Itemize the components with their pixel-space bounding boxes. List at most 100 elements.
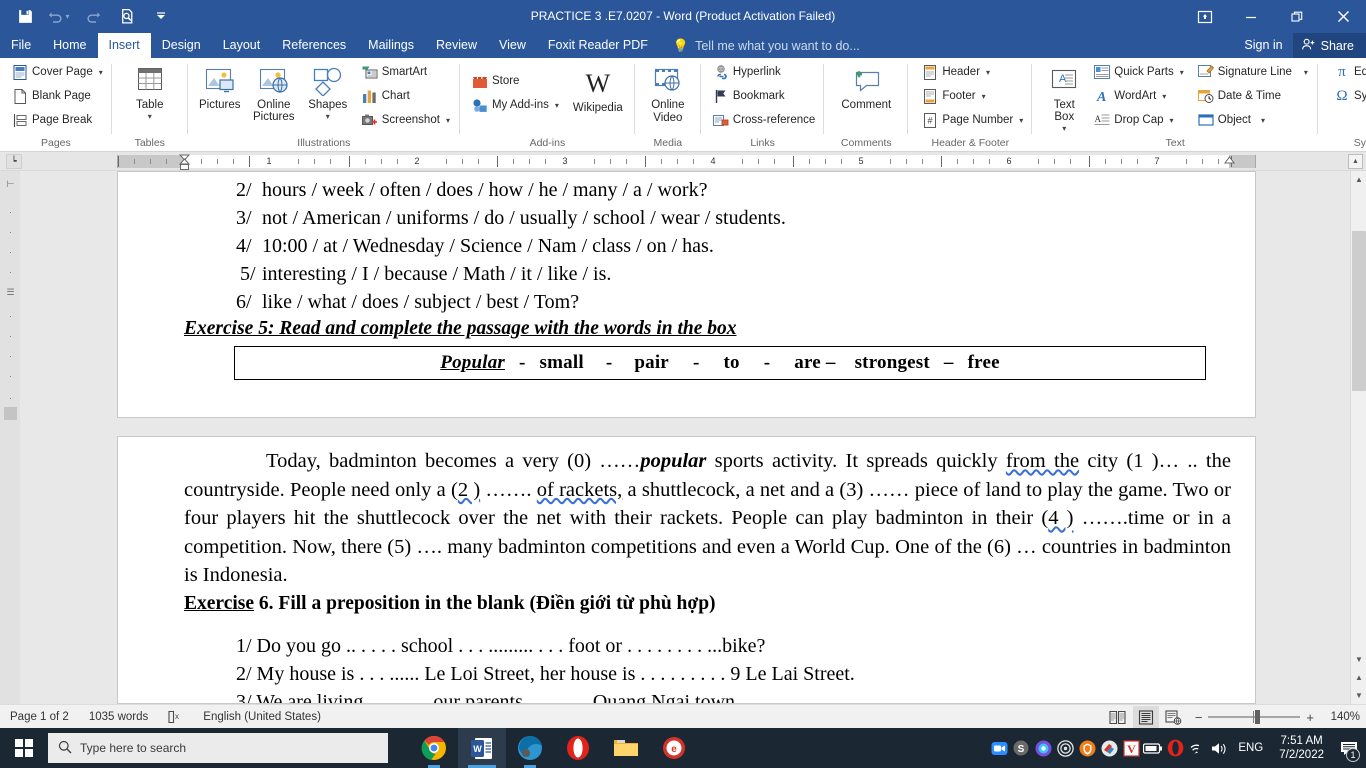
- tab-mailings[interactable]: Mailings: [357, 33, 425, 58]
- pictures-button[interactable]: Pictures: [194, 61, 246, 111]
- scroll-up-icon[interactable]: ▲: [1351, 171, 1366, 188]
- tray-disc-icon[interactable]: [1054, 728, 1076, 768]
- tab-design[interactable]: Design: [151, 33, 212, 58]
- undo-icon[interactable]: ▾: [42, 2, 76, 32]
- taskbar-chrome[interactable]: [410, 728, 458, 768]
- table-button[interactable]: Table ▾: [124, 61, 176, 123]
- ribbon-display-options-icon[interactable]: [1182, 0, 1228, 33]
- tray-browser-icon[interactable]: [1032, 728, 1054, 768]
- taskbar-app-buttons: W e: [410, 728, 698, 768]
- action-center-icon[interactable]: 1: [1332, 728, 1366, 768]
- document-page-1[interactable]: 2/ hours / week / often / does / how / h…: [117, 171, 1256, 418]
- document-page-2[interactable]: Today, badminton becomes a very (0) ……po…: [117, 436, 1256, 704]
- customize-qat-icon[interactable]: [144, 2, 178, 32]
- taskbar-unikey[interactable]: e: [650, 728, 698, 768]
- taskbar-opera[interactable]: [554, 728, 602, 768]
- vertical-scrollbar[interactable]: ▲ ▼ ▲ ▼: [1350, 171, 1366, 704]
- clock[interactable]: 7:51 AM 7/2/2022: [1271, 728, 1332, 768]
- object-button[interactable]: Object ▾: [1194, 109, 1312, 131]
- tab-references[interactable]: References: [271, 33, 357, 58]
- search-input[interactable]: Type here to search: [48, 733, 388, 763]
- minimize-button[interactable]: [1228, 0, 1274, 33]
- tell-me-box[interactable]: 💡 Tell me what you want to do...: [673, 33, 860, 58]
- proofing-errors-icon[interactable]: x: [158, 705, 193, 729]
- ribbon-group-symbols: π Equation ▾ Ω Symbol ▾ Symbols ^: [1318, 58, 1366, 152]
- symbol-button[interactable]: Ω Symbol ▾: [1330, 85, 1366, 107]
- tab-foxit-reader-pdf[interactable]: Foxit Reader PDF: [537, 33, 659, 58]
- chart-button[interactable]: Chart: [358, 85, 454, 107]
- tray-shield-icon[interactable]: [1076, 728, 1098, 768]
- tab-file[interactable]: File: [0, 33, 42, 58]
- tray-skype-icon[interactable]: S: [1010, 728, 1032, 768]
- smartart-button[interactable]: SmartArt: [358, 61, 454, 83]
- bookmark-button[interactable]: Bookmark: [709, 85, 819, 107]
- zoom-in-button[interactable]: +: [1306, 710, 1314, 725]
- online-pictures-button[interactable]: Online Pictures: [246, 61, 302, 123]
- start-icon[interactable]: [0, 728, 48, 768]
- tab-review[interactable]: Review: [425, 33, 488, 58]
- horizontal-ruler[interactable]: 1 2 3 4 5 6 7: [117, 155, 1256, 168]
- quick-parts-button[interactable]: Quick Parts ▾: [1090, 61, 1187, 83]
- print-preview-icon[interactable]: [110, 2, 144, 32]
- input-language-indicator[interactable]: ENG: [1230, 742, 1271, 754]
- print-layout-icon[interactable]: [1132, 706, 1159, 728]
- read-mode-icon[interactable]: [1105, 706, 1131, 728]
- taskbar-file-explorer[interactable]: [602, 728, 650, 768]
- tray-battery-icon[interactable]: [1142, 728, 1164, 768]
- scrollbar-thumb[interactable]: [1352, 231, 1366, 391]
- scroll-down-icon[interactable]: ▼: [1351, 651, 1366, 668]
- zoom-slider[interactable]: [1208, 710, 1301, 724]
- cover-page-button[interactable]: Cover Page ▾: [8, 61, 107, 83]
- next-page-icon[interactable]: ▼: [1351, 687, 1366, 704]
- tab-stop-selector[interactable]: ┕: [6, 154, 22, 169]
- close-button[interactable]: [1320, 0, 1366, 33]
- previous-page-icon[interactable]: ▲: [1351, 669, 1366, 686]
- cross-reference-button[interactable]: Cross-reference: [709, 109, 819, 131]
- tray-opera-icon[interactable]: [1164, 728, 1186, 768]
- page-break-button[interactable]: Page Break: [8, 109, 107, 131]
- date-time-button[interactable]: Date & Time: [1194, 85, 1312, 107]
- page-indicator[interactable]: Page 1 of 2: [0, 705, 79, 729]
- wikipedia-button[interactable]: W Wikipedia: [567, 64, 629, 115]
- blank-page-button[interactable]: Blank Page: [8, 85, 107, 107]
- taskbar-word[interactable]: W: [458, 728, 506, 768]
- equation-button[interactable]: π Equation ▾: [1330, 61, 1366, 83]
- save-icon[interactable]: [8, 2, 42, 32]
- tab-home[interactable]: Home: [42, 33, 97, 58]
- drop-cap-button[interactable]: A Drop Cap ▾: [1090, 109, 1187, 131]
- zoom-out-button[interactable]: −: [1195, 710, 1203, 725]
- store-button[interactable]: Store: [468, 70, 563, 92]
- web-layout-icon[interactable]: [1161, 706, 1187, 728]
- my-add-ins-button[interactable]: My Add-ins ▾: [468, 94, 563, 116]
- tab-layout[interactable]: Layout: [212, 33, 272, 58]
- tab-insert[interactable]: Insert: [97, 33, 151, 58]
- tray-unikey-icon[interactable]: V: [1120, 728, 1142, 768]
- share-button[interactable]: Share: [1292, 33, 1366, 58]
- hyperlink-button[interactable]: Hyperlink: [709, 61, 819, 83]
- redo-icon[interactable]: [76, 2, 110, 32]
- zoom-level[interactable]: 140%: [1320, 711, 1360, 723]
- signature-line-button[interactable]: Signature Line ▾: [1194, 61, 1312, 83]
- wordart-button[interactable]: A WordArt ▾: [1090, 85, 1187, 107]
- comment-button[interactable]: Comment: [836, 61, 896, 111]
- shapes-button[interactable]: Shapes ▾: [302, 61, 354, 123]
- tray-volume-icon[interactable]: [1208, 728, 1230, 768]
- screenshot-button[interactable]: Screenshot ▾: [358, 109, 454, 131]
- footer-button[interactable]: Footer ▾: [918, 85, 1027, 107]
- scroll-up-top-button[interactable]: ▲: [1348, 154, 1363, 169]
- restore-button[interactable]: [1274, 0, 1320, 33]
- tab-view[interactable]: View: [488, 33, 537, 58]
- taskbar-edge[interactable]: [506, 728, 554, 768]
- group-label-add-ins: Add-ins: [529, 137, 566, 149]
- page-number-button[interactable]: # Page Number ▾: [918, 109, 1027, 131]
- smartart-label: SmartArt: [381, 66, 428, 78]
- sign-in-button[interactable]: Sign in: [1234, 33, 1292, 58]
- tray-zoom-icon[interactable]: [988, 728, 1010, 768]
- tray-cleaner-icon[interactable]: [1098, 728, 1120, 768]
- header-button[interactable]: Header ▾: [918, 61, 1027, 83]
- text-box-button[interactable]: A Text Box ▾: [1042, 61, 1086, 135]
- tray-wifi-icon[interactable]: [1186, 728, 1208, 768]
- online-video-button[interactable]: Online Video: [643, 61, 693, 125]
- language-indicator[interactable]: English (United States): [193, 705, 331, 729]
- word-count[interactable]: 1035 words: [79, 705, 158, 729]
